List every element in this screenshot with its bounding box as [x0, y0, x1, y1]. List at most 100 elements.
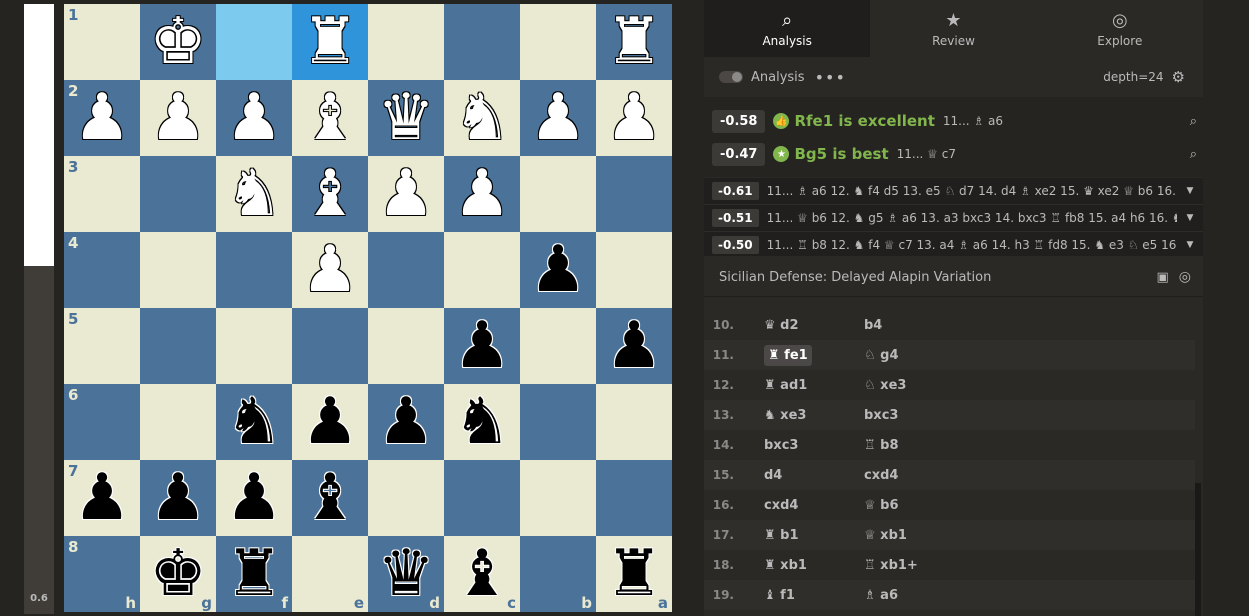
square-d4[interactable] [368, 232, 444, 308]
square-c8[interactable]: c ♝ [444, 536, 520, 612]
square-b6[interactable] [520, 384, 596, 460]
black-pawn-piece[interactable]: ♟ [368, 384, 444, 460]
square-f3[interactable]: ♞ [216, 156, 292, 232]
chevron-down-icon[interactable]: ▼ [1177, 213, 1203, 223]
square-a5[interactable]: ♟ [596, 308, 672, 384]
square-g5[interactable] [140, 308, 216, 384]
square-a6[interactable] [596, 384, 672, 460]
square-b8[interactable]: b [520, 536, 596, 612]
black-rook-piece[interactable]: ♜ [596, 536, 672, 612]
white-pawn-piece[interactable]: ♟ [64, 80, 140, 156]
square-f8[interactable]: f ♜ [216, 536, 292, 612]
black-move[interactable]: bxc3 [864, 408, 964, 423]
black-move[interactable]: ♗ a6 [864, 588, 964, 603]
white-move[interactable]: ♝ f1 [764, 588, 864, 603]
square-a4[interactable] [596, 232, 672, 308]
black-move[interactable]: ♕ b6 [864, 498, 964, 513]
black-bishop-piece[interactable]: ♝ [292, 460, 368, 536]
square-h4[interactable]: 4 [64, 232, 140, 308]
compass-icon[interactable]: ◎ [1179, 269, 1191, 285]
white-knight-piece[interactable]: ♞ [444, 80, 520, 156]
square-f5[interactable] [216, 308, 292, 384]
square-h1[interactable]: 1 [64, 4, 140, 80]
black-move[interactable]: ♘ xe3 [864, 378, 964, 393]
square-e8[interactable]: e [292, 536, 368, 612]
square-b7[interactable] [520, 460, 596, 536]
tab-analysis[interactable]: ⌕ Analysis [704, 0, 871, 57]
square-c3[interactable]: ♟ [444, 156, 520, 232]
square-h8[interactable]: 8h [64, 536, 140, 612]
coach-line[interactable]: -0.58 👍 Rfe1 is excellent 11... ♗ a6 ⌕ [712, 108, 1197, 134]
magnifier-icon[interactable]: ⌕ [1190, 114, 1197, 129]
black-move[interactable]: ♖ b8 [864, 438, 964, 453]
square-c6[interactable]: ♞ [444, 384, 520, 460]
square-f4[interactable] [216, 232, 292, 308]
white-knight-piece[interactable]: ♞ [216, 156, 292, 232]
analysis-toggle[interactable] [719, 71, 743, 83]
square-h2[interactable]: 2 ♟ [64, 80, 140, 156]
square-c7[interactable] [444, 460, 520, 536]
square-b1[interactable] [520, 4, 596, 80]
square-d6[interactable]: ♟ [368, 384, 444, 460]
black-pawn-piece[interactable]: ♟ [140, 460, 216, 536]
white-move[interactable]: cxd4 [764, 498, 864, 513]
square-b4[interactable]: ♟ [520, 232, 596, 308]
square-b5[interactable] [520, 308, 596, 384]
white-pawn-piece[interactable]: ♟ [596, 80, 672, 156]
chevron-down-icon[interactable]: ▼ [1177, 186, 1203, 196]
book-icon[interactable]: ▣ [1156, 270, 1168, 285]
square-e7[interactable]: ♝ [292, 460, 368, 536]
chess-board[interactable]: 1 ♚ ♜ ♜ 2 ♟ ♟ ♟ ♝ ♛ ♞ ♟ ♟ 3 ♞ ♝ ♟ ♟ 4 ♟ ♟ 5 ♟ ♟ 6 ♞ ♟ ♟ ♞ 7 ♟ ♟ ♟ ♝ 8 h g ♚ f ♜… [64, 4, 672, 612]
white-pawn-piece[interactable]: ♟ [368, 156, 444, 232]
tab-review[interactable]: ★ Review [870, 0, 1036, 57]
tab-explore[interactable]: ◎ Explore [1037, 0, 1203, 57]
square-e6[interactable]: ♟ [292, 384, 368, 460]
square-h3[interactable]: 3 [64, 156, 140, 232]
black-move[interactable]: b4 [864, 318, 964, 333]
white-move[interactable]: ♜ b1 [764, 528, 864, 543]
white-move[interactable]: bxc3 [764, 438, 864, 453]
white-pawn-piece[interactable]: ♟ [444, 156, 520, 232]
black-move[interactable]: ♕ xb1 [864, 528, 964, 543]
white-pawn-piece[interactable]: ♟ [292, 232, 368, 308]
square-g4[interactable] [140, 232, 216, 308]
black-pawn-piece[interactable]: ♟ [64, 460, 140, 536]
square-e4[interactable]: ♟ [292, 232, 368, 308]
square-c5[interactable]: ♟ [444, 308, 520, 384]
black-knight-piece[interactable]: ♞ [216, 384, 292, 460]
white-king-piece[interactable]: ♚ [140, 4, 216, 80]
square-g2[interactable]: ♟ [140, 80, 216, 156]
white-move[interactable]: ♜ ad1 [764, 378, 864, 393]
square-g3[interactable] [140, 156, 216, 232]
square-h7[interactable]: 7 ♟ [64, 460, 140, 536]
black-king-piece[interactable]: ♚ [140, 536, 216, 612]
white-move[interactable]: ♛ d2 [764, 318, 864, 333]
square-c2[interactable]: ♞ [444, 80, 520, 156]
square-c1[interactable] [444, 4, 520, 80]
white-rook-piece[interactable]: ♜ [292, 4, 368, 80]
square-e1[interactable]: ♜ [292, 4, 368, 80]
white-pawn-piece[interactable]: ♟ [216, 80, 292, 156]
white-queen-piece[interactable]: ♛ [368, 80, 444, 156]
square-f7[interactable]: ♟ [216, 460, 292, 536]
black-queen-piece[interactable]: ♛ [368, 536, 444, 612]
square-a8[interactable]: a ♜ [596, 536, 672, 612]
black-move[interactable]: ♘ g4 [864, 348, 964, 363]
white-move[interactable]: ♜ fe1 [764, 344, 864, 366]
magnifier-icon[interactable]: ⌕ [1190, 147, 1197, 162]
coach-line[interactable]: -0.47 ★ Bg5 is best 11... ♕ c7 ⌕ [712, 141, 1197, 167]
square-d7[interactable] [368, 460, 444, 536]
engine-line[interactable]: -0.51 11... ♕ b6 12. ♞ g5 ♗ a6 13. a3 bxc… [704, 205, 1203, 232]
engine-line[interactable]: -0.61 11... ♗ a6 12. ♞ f4 d5 13. e5 ♘ d7 … [704, 178, 1203, 205]
engine-line[interactable]: -0.50 11... ♖ b8 12. ♞ f4 ♕ c7 13. a4 ♗ a… [704, 232, 1203, 259]
square-b2[interactable]: ♟ [520, 80, 596, 156]
black-move[interactable]: ♖ xb1+ [864, 558, 964, 573]
white-bishop-piece[interactable]: ♝ [292, 156, 368, 232]
square-b3[interactable] [520, 156, 596, 232]
square-d2[interactable]: ♛ [368, 80, 444, 156]
square-d1[interactable] [368, 4, 444, 80]
square-a3[interactable] [596, 156, 672, 232]
square-e5[interactable] [292, 308, 368, 384]
white-move[interactable]: ♜ xb1 [764, 558, 864, 573]
more-options-icon[interactable]: ••• [815, 68, 846, 87]
